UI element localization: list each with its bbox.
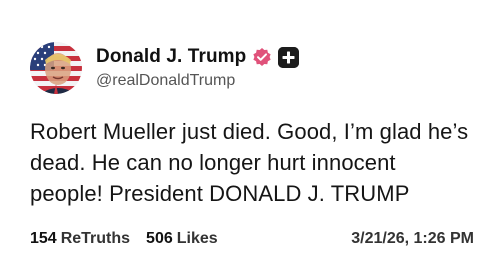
post-timestamp[interactable]: 3/21/26, 1:26 PM — [351, 230, 474, 248]
post-text-line: Robert Mueller just died. Good, I’m glad… — [30, 119, 469, 144]
display-name[interactable]: Donald J. Trump — [96, 46, 246, 68]
post-text-line: dead. He can no longer hurt innocent — [30, 150, 396, 175]
flag-portrait-avatar-icon — [30, 42, 82, 94]
likes-label: Likes — [176, 230, 218, 247]
post-body: Robert Mueller just died. Good, I’m glad… — [30, 116, 480, 209]
post-text-line: people! President DONALD J. TRUMP — [30, 181, 410, 206]
user-handle[interactable]: @realDonaldTrump — [96, 72, 235, 90]
retruths-count: 154 — [30, 230, 57, 247]
likes-stat[interactable]: 506 Likes — [146, 230, 218, 248]
verified-badge-icon — [252, 47, 272, 67]
post-footer: 154 ReTruths 506 Likes 3/21/26, 1:26 PM — [30, 229, 474, 249]
retruths-stat[interactable]: 154 ReTruths — [30, 230, 130, 248]
likes-count: 506 — [146, 230, 173, 247]
avatar[interactable] — [30, 42, 82, 94]
retruths-label: ReTruths — [60, 230, 131, 247]
author-name-row: Donald J. Trump — [96, 46, 300, 68]
plus-badge-icon — [278, 46, 300, 68]
post-card: Donald J. Trump @realDonaldTrump Robert … — [0, 0, 500, 278]
